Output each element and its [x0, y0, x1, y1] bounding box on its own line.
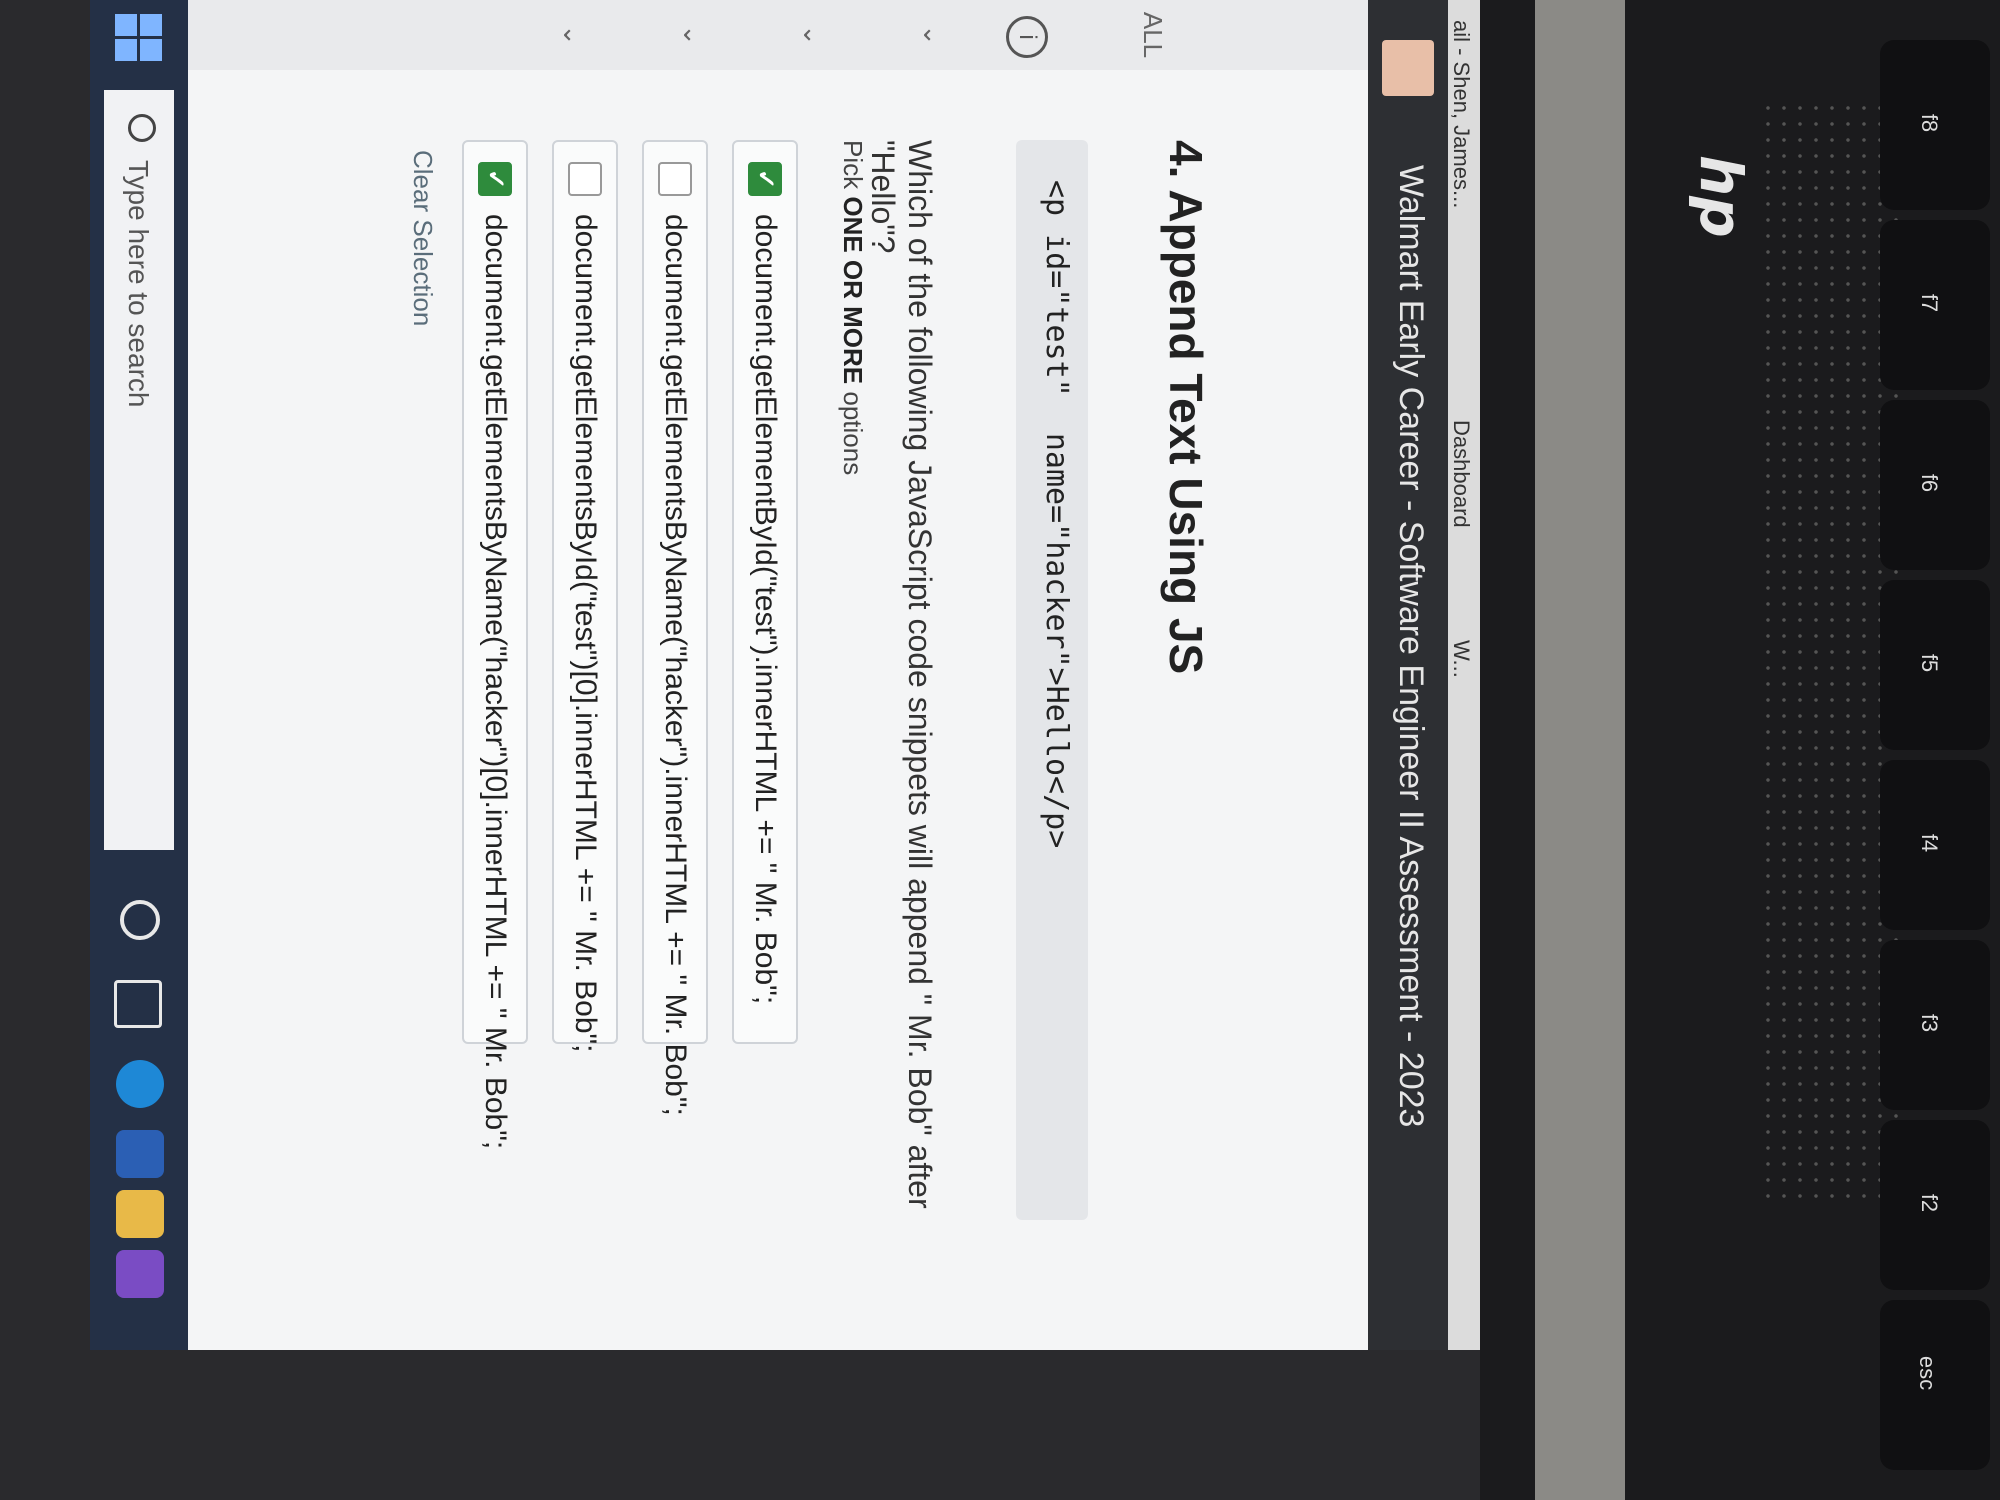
question-title: 4. Append Text Using JS [1160, 140, 1212, 675]
f4-key[interactable]: f4 [1880, 760, 1990, 930]
option-label: document.getElementsById("test")[0].inne… [569, 214, 602, 1053]
checkbox-checked[interactable]: ✓ [478, 162, 512, 196]
windows-start-icon[interactable] [114, 14, 162, 62]
option-label: document.getElementsByName("hacker").inn… [659, 214, 692, 1116]
f6-key[interactable]: f6 [1880, 400, 1990, 570]
checkbox-unchecked[interactable] [568, 162, 602, 196]
question-prompt: Which of the following JavaScript code s… [865, 140, 938, 1209]
windows-taskbar: Type here to search [90, 0, 188, 1350]
word-icon[interactable] [116, 1130, 164, 1178]
question-panel: 4. Append Text Using JS <p id="test" nam… [188, 120, 1368, 1270]
pick-instruction: Pick ONE OR MORE options [838, 140, 868, 476]
taskbar-search-box[interactable]: Type here to search [104, 90, 174, 850]
option-label: document.getElementsByName("hacker")[0].… [479, 214, 512, 1150]
code-snippet-box: <p id="test" name="hacker">Hello</p> [1016, 140, 1088, 1220]
task-view-icon[interactable] [114, 980, 162, 1028]
chevron-down-icon[interactable]: ⌄ [677, 0, 708, 70]
answer-option-1[interactable]: ✓ document.getElementById("test").innerH… [732, 140, 798, 1044]
browser-window: ail - Shen, James... Dashboard W... Walm… [90, 0, 1480, 1350]
browser-tab-mail[interactable]: ail - Shen, James... [1448, 20, 1474, 208]
onenote-icon[interactable] [116, 1250, 164, 1298]
f8-key[interactable]: f8 [1880, 40, 1990, 210]
answer-option-2[interactable]: document.getElementsByName("hacker").inn… [642, 140, 708, 1116]
answer-option-3[interactable]: document.getElementsById("test")[0].inne… [552, 140, 618, 1053]
f5-key[interactable]: f5 [1880, 580, 1990, 750]
file-explorer-icon[interactable] [116, 1190, 164, 1238]
cortana-icon[interactable] [120, 900, 160, 940]
f2-key[interactable]: f2 [1880, 1120, 1990, 1290]
search-placeholder: Type here to search [123, 160, 154, 408]
hp-logo: hp [1687, 155, 1755, 238]
checkbox-checked[interactable]: ✓ [748, 162, 782, 196]
sidebar-item-all[interactable]: ALL [1137, 0, 1168, 70]
info-icon[interactable]: i [1006, 16, 1048, 58]
browser-tab-other[interactable]: W... [1448, 640, 1474, 678]
assessment-header: Walmart Early Career - Software Engineer… [1368, 0, 1448, 1350]
answer-option-4[interactable]: ✓ document.getElementsByName("hacker")[0… [462, 140, 528, 1149]
browser-tab-dashboard[interactable]: Dashboard [1448, 420, 1474, 528]
laptop-hinge [1535, 0, 1625, 1500]
f3-key[interactable]: f3 [1880, 940, 1990, 1110]
chevron-down-icon[interactable]: ⌄ [557, 0, 588, 70]
chevron-down-icon[interactable]: ⌄ [917, 0, 948, 70]
search-icon [128, 114, 156, 142]
assessment-title: Walmart Early Career - Software Engineer… [1392, 165, 1430, 1128]
clear-selection-link[interactable]: Clear Selection [407, 150, 438, 326]
f7-key[interactable]: f7 [1880, 220, 1990, 390]
browser-tab-strip: ail - Shen, James... Dashboard W... [1448, 0, 1480, 1350]
code-snippet: <p id="test" name="hacker">Hello</p> [1039, 180, 1074, 849]
question-sidebar: ALL i ⌄ ⌄ ⌄ ⌄ [188, 0, 1368, 70]
company-logo [1382, 40, 1434, 96]
option-label: document.getElementById("test").innerHTM… [749, 214, 782, 1005]
checkbox-unchecked[interactable] [658, 162, 692, 196]
chevron-down-icon[interactable]: ⌄ [797, 0, 828, 70]
edge-browser-icon[interactable] [116, 1060, 164, 1108]
laptop-screen: ail - Shen, James... Dashboard W... Walm… [90, 0, 1480, 1350]
esc-key[interactable]: esc [1880, 1300, 1990, 1470]
